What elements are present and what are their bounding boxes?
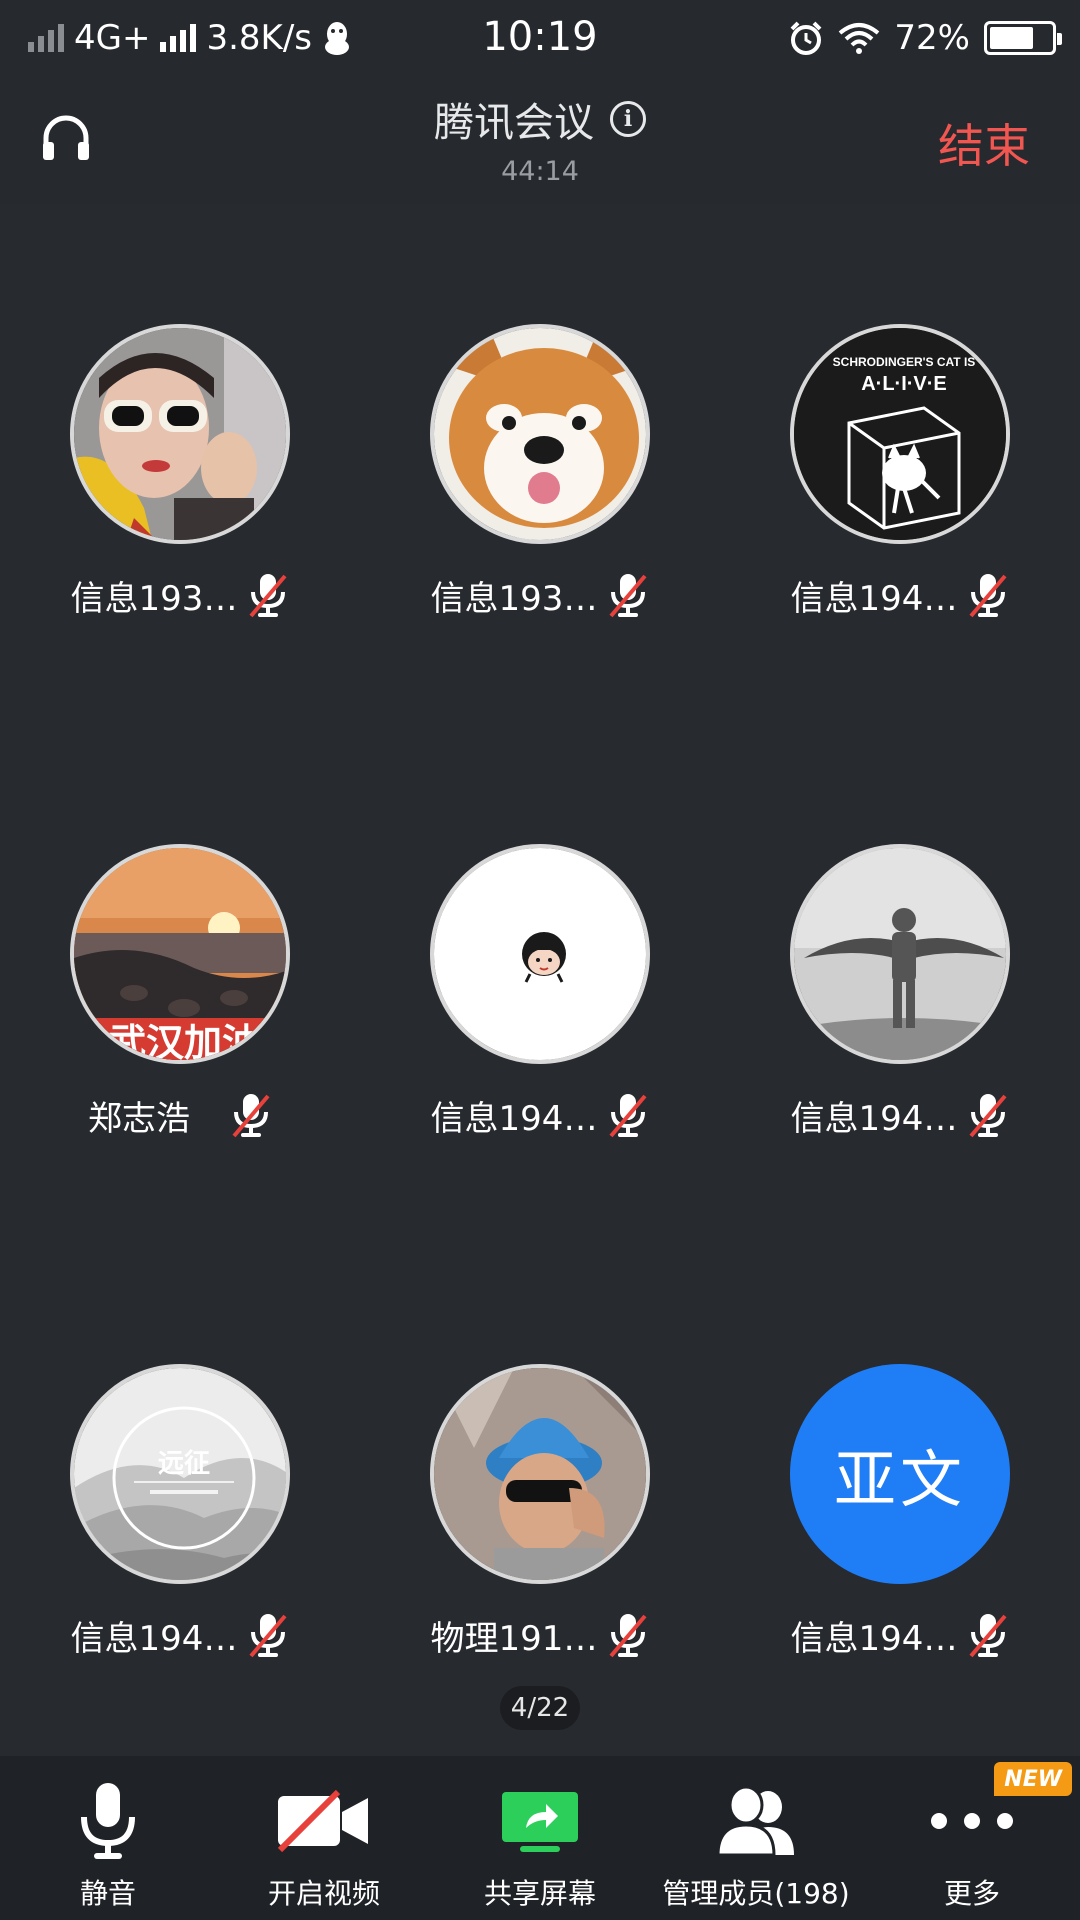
participant-tile[interactable]: 物理191… — [390, 1364, 690, 1694]
participant-label: 物理191… — [390, 1610, 690, 1660]
participant-avatar — [70, 324, 290, 544]
mic-muted-icon — [249, 574, 287, 618]
more-label: 更多 — [943, 1877, 1000, 1910]
meeting-duration: 44:14 — [501, 156, 579, 187]
participant-label: 信息193… — [30, 570, 330, 620]
participant-label: 郑志浩 — [30, 1090, 330, 1140]
mic-muted-icon — [969, 1614, 1007, 1658]
share-icon-wrap — [432, 1778, 648, 1864]
mic-icon — [81, 1783, 135, 1859]
participant-name: 信息194… — [790, 578, 958, 619]
meeting-header: 腾讯会议 i 44:14 结束 — [0, 76, 1080, 204]
share-screen-icon — [502, 1792, 578, 1852]
status-left: 4G+ 3.8K/s — [28, 18, 352, 58]
participant-name: 郑志浩 — [88, 1098, 190, 1139]
avatar-initials: 亚文 — [790, 1364, 1010, 1584]
status-bar: 4G+ 3.8K/s 10:19 72% — [0, 0, 1080, 76]
alarm-icon — [791, 21, 822, 55]
info-icon[interactable]: i — [610, 101, 646, 137]
participant-avatar — [430, 844, 650, 1064]
participant-avatar — [430, 324, 650, 544]
more-button[interactable]: NEW 更多 — [864, 1756, 1080, 1920]
mic-muted-icon — [609, 1614, 647, 1658]
meeting-title-text: 腾讯会议 — [434, 100, 594, 146]
mic-muted-icon — [609, 1094, 647, 1138]
participant-avatar: 亚文 — [790, 1364, 1010, 1584]
avatar-caption: SCHRODINGER'S CAT IS — [833, 355, 976, 369]
video-off-icon — [277, 1789, 368, 1853]
mic-muted-icon — [609, 574, 647, 618]
meeting-title[interactable]: 腾讯会议 i — [434, 90, 646, 148]
share-screen-button[interactable]: 共享屏幕 — [432, 1756, 648, 1920]
participant-avatar — [430, 1364, 650, 1584]
video-icon-wrap — [216, 1778, 432, 1864]
page-indicator: 4/22 — [500, 1686, 580, 1730]
participant-label: 信息194… — [750, 1090, 1050, 1140]
manage-members-label: 管理成员(198) — [662, 1877, 850, 1910]
avatar-caption: 远征 — [158, 1449, 210, 1479]
avatar-caption: 武汉加油 — [108, 1021, 260, 1064]
mic-icon-wrap — [0, 1778, 216, 1864]
qq-penguin-icon — [325, 22, 350, 55]
network-speed: 3.8K/s — [206, 18, 313, 58]
participant-name: 信息193… — [430, 578, 598, 619]
network-type: 4G+ — [74, 18, 151, 58]
members-icon — [716, 1785, 794, 1857]
participant-label: 信息194… — [750, 570, 1050, 620]
participant-tile[interactable]: SCHRODINGER'S CAT IS A·L·I·V·E 信息194… — [750, 324, 1050, 654]
participant-tile[interactable]: 武汉加油 郑志浩 — [30, 844, 330, 1174]
participant-avatar: 武汉加油 — [70, 844, 290, 1064]
more-icon — [931, 1813, 1013, 1829]
participant-avatar: 远征 — [70, 1364, 290, 1584]
participant-name: 信息194… — [790, 1618, 958, 1659]
participant-grid: 信息193… 信息193… SCHRODINGER'S CAT IS A·L·I… — [0, 204, 1080, 1756]
battery-level — [990, 27, 1034, 49]
start-video-label: 开启视频 — [267, 1877, 380, 1910]
end-meeting-button[interactable]: 结束 — [938, 110, 1030, 176]
title-area: 腾讯会议 i 44:14 — [0, 90, 1080, 187]
mute-label: 静音 — [79, 1877, 136, 1910]
battery-icon — [984, 21, 1062, 55]
participant-tile[interactable]: 远征 信息194… — [30, 1364, 330, 1694]
participant-tile[interactable]: 信息194… — [390, 844, 690, 1174]
participant-avatar — [790, 844, 1010, 1064]
participant-avatar: SCHRODINGER'S CAT IS A·L·I·V·E — [790, 324, 1010, 544]
members-icon-wrap — [648, 1778, 864, 1864]
participant-tile[interactable]: 信息194… — [750, 844, 1050, 1174]
mic-muted-icon — [249, 1614, 287, 1658]
wifi-icon — [839, 23, 880, 54]
participant-name: 信息194… — [790, 1098, 958, 1139]
signal-strength-icon — [160, 24, 197, 52]
participant-name: 信息193… — [70, 578, 238, 619]
participant-label: 信息193… — [390, 570, 690, 620]
mic-muted-icon — [969, 1094, 1007, 1138]
bottom-toolbar: 静音 开启视频 共享屏幕 管理成员(198) NEW 更多 — [0, 1756, 1080, 1920]
participant-tile[interactable]: 信息193… — [390, 324, 690, 654]
share-screen-label: 共享屏幕 — [483, 1877, 596, 1910]
manage-members-button[interactable]: 管理成员(198) — [648, 1756, 864, 1920]
participant-name: 物理191… — [430, 1618, 598, 1659]
battery-percent: 72% — [894, 18, 970, 58]
mute-button[interactable]: 静音 — [0, 1756, 216, 1920]
participant-tile[interactable]: 信息193… — [30, 324, 330, 654]
new-badge: NEW — [994, 1762, 1072, 1796]
mic-muted-icon — [969, 574, 1007, 618]
participant-name: 信息194… — [430, 1098, 598, 1139]
signal-icon — [28, 24, 64, 52]
participant-tile[interactable]: 亚文 信息194… — [750, 1364, 1050, 1694]
participant-name: 信息194… — [70, 1618, 238, 1659]
start-video-button[interactable]: 开启视频 — [216, 1756, 432, 1920]
participant-label: 信息194… — [30, 1610, 330, 1660]
status-right: 72% — [788, 18, 1062, 58]
avatar-caption: A·L·I·V·E — [861, 373, 947, 395]
participant-label: 信息194… — [750, 1610, 1050, 1660]
participant-label: 信息194… — [390, 1090, 690, 1140]
mic-muted-icon — [232, 1094, 270, 1138]
